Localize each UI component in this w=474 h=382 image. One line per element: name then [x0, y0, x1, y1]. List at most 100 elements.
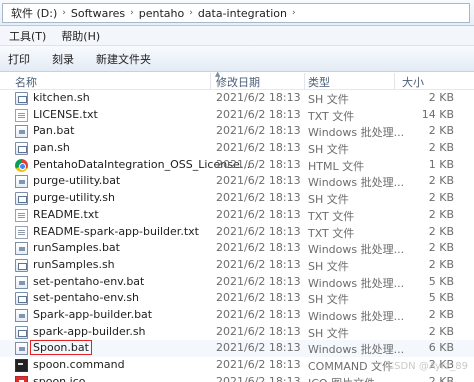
- column-header-size[interactable]: 大小: [402, 74, 424, 90]
- breadcrumb-data-integration[interactable]: data-integration: [198, 4, 287, 22]
- file-row[interactable]: runSamples.sh 2021/6/2 18:13 SH 文件 2 KB: [0, 257, 474, 274]
- file-name: Pan.bat: [33, 124, 75, 138]
- file-size: 5 KB: [428, 291, 454, 305]
- file-type: Windows 批处理...: [308, 243, 405, 257]
- file-type: SH 文件: [308, 193, 349, 207]
- file-modified-date: 2021/6/2 18:13: [216, 91, 301, 104]
- file-row[interactable]: set-pentaho-env.bat 2021/6/2 18:13 Windows…: [0, 274, 474, 291]
- command-file-icon: [15, 359, 28, 372]
- batch-file-icon: [15, 308, 28, 322]
- file-name: Spark-app-builder.bat: [33, 307, 153, 321]
- column-header-row: 名称 ▲ 修改日期 类型 大小: [0, 70, 474, 90]
- file-type: Windows 批处理...: [308, 126, 405, 140]
- menu-tools[interactable]: 工具(T): [0, 28, 52, 44]
- file-size: 2 KB: [428, 224, 454, 238]
- file-row[interactable]: runSamples.bat 2021/6/2 18:13 Windows 批处理.…: [0, 240, 474, 257]
- column-header-date[interactable]: 修改日期: [216, 74, 260, 90]
- column-divider[interactable]: [304, 73, 305, 89]
- file-size: 14 KB: [421, 107, 454, 121]
- file-row[interactable]: kitchen.sh 2021/6/2 18:13 SH 文件 2 KB: [0, 90, 474, 107]
- file-size: 2 KB: [428, 307, 454, 321]
- file-row[interactable]: Spoon.bat 2021/6/2 18:13 Windows 批处理... 6 K…: [0, 340, 474, 357]
- file-type: COMMAND 文件: [308, 360, 394, 373]
- file-name: Spoon.bat: [30, 340, 92, 356]
- file-name: kitchen.sh: [33, 91, 90, 104]
- file-name: spoon.command: [33, 358, 125, 371]
- file-type: SH 文件: [308, 93, 349, 106]
- file-row[interactable]: Pan.bat 2021/6/2 18:13 Windows 批处理... 2 KB: [0, 123, 474, 140]
- html-file-icon: [15, 158, 28, 172]
- breadcrumb-pentaho[interactable]: pentaho: [139, 4, 184, 22]
- file-modified-date: 2021/6/2 18:13: [216, 224, 301, 238]
- file-row[interactable]: spoon.ico 2021/6/2 18:13 ICO 图片文件 2 KB: [0, 374, 474, 382]
- sh-file-icon: [15, 192, 28, 206]
- file-type: TXT 文件: [308, 209, 355, 223]
- batch-file-icon: [15, 125, 28, 139]
- watermark: CSDN @Ayrz_89: [387, 361, 468, 372]
- column-header-name[interactable]: 名称: [15, 74, 37, 90]
- breadcrumb-separator-icon[interactable]: ›: [130, 8, 134, 18]
- file-modified-date: 2021/6/2 18:13: [216, 341, 301, 355]
- column-divider[interactable]: [394, 73, 395, 89]
- file-type: ICO 图片文件: [308, 375, 375, 382]
- file-type: SH 文件: [308, 293, 349, 307]
- file-modified-date: 2021/6/2 18:13: [216, 107, 301, 121]
- breadcrumb-drive[interactable]: 软件 (D:): [11, 4, 57, 22]
- address-bar[interactable]: 软件 (D:) › Softwares › pentaho › data-int…: [2, 3, 470, 23]
- file-modified-date: 2021/6/2 18:13: [216, 291, 301, 305]
- file-row[interactable]: LICENSE.txt 2021/6/2 18:13 TXT 文件 14 KB: [0, 107, 474, 124]
- menu-bar: 工具(T) 帮助(H): [0, 26, 474, 46]
- sh-file-icon: [15, 142, 28, 156]
- file-name: pan.sh: [33, 141, 70, 155]
- batch-file-icon: [15, 275, 28, 289]
- breadcrumb-separator-icon[interactable]: ›: [189, 8, 193, 18]
- breadcrumb-separator-icon[interactable]: ›: [292, 8, 296, 18]
- column-divider[interactable]: [210, 73, 211, 89]
- file-name: set-pentaho-env.bat: [33, 274, 145, 288]
- file-type: HTML 文件: [308, 159, 365, 173]
- file-name: LICENSE.txt: [33, 107, 98, 121]
- sh-file-icon: [15, 258, 28, 272]
- batch-file-icon: [15, 242, 28, 256]
- sh-file-icon: [15, 325, 28, 339]
- file-row[interactable]: PentahoDataIntegration_OSS_License... 202…: [0, 157, 474, 174]
- new-folder-button[interactable]: 新建文件夹: [84, 51, 161, 67]
- file-modified-date: 2021/6/2 18:13: [216, 374, 301, 382]
- file-size: 1 KB: [428, 157, 454, 171]
- file-modified-date: 2021/6/2 18:13: [216, 174, 301, 188]
- file-row[interactable]: spark-app-builder.sh 2021/6/2 18:13 SH 文件 2…: [0, 324, 474, 341]
- breadcrumb-separator-icon[interactable]: ›: [62, 8, 66, 18]
- text-file-icon: [15, 108, 28, 122]
- column-header-type[interactable]: 类型: [308, 74, 330, 90]
- file-row[interactable]: pan.sh 2021/6/2 18:13 SH 文件 2 KB: [0, 140, 474, 157]
- file-modified-date: 2021/6/2 18:13: [216, 324, 301, 338]
- file-row[interactable]: purge-utility.sh 2021/6/2 18:13 SH 文件 2 KB: [0, 190, 474, 207]
- file-size: 2 KB: [428, 174, 454, 188]
- text-file-icon: [15, 208, 28, 222]
- file-name: runSamples.sh: [33, 257, 115, 271]
- address-bar-area: 软件 (D:) › Softwares › pentaho › data-int…: [0, 0, 474, 26]
- file-name: README.txt: [33, 207, 99, 221]
- batch-file-icon: [15, 342, 28, 356]
- file-size: 5 KB: [428, 274, 454, 288]
- file-name: spark-app-builder.sh: [33, 324, 146, 338]
- file-row[interactable]: README-spark-app-builder.txt 2021/6/2 18:…: [0, 224, 474, 241]
- file-size: 2 KB: [428, 207, 454, 221]
- file-row[interactable]: README.txt 2021/6/2 18:13 TXT 文件 2 KB: [0, 207, 474, 224]
- file-name: purge-utility.bat: [33, 174, 121, 188]
- file-row[interactable]: purge-utility.bat 2021/6/2 18:13 Windows 批…: [0, 173, 474, 190]
- menu-help[interactable]: 帮助(H): [52, 28, 106, 44]
- burn-button[interactable]: 刻录: [40, 51, 84, 67]
- file-row[interactable]: set-pentaho-env.sh 2021/6/2 18:13 SH 文件 5 K…: [0, 290, 474, 307]
- file-type: Windows 批处理...: [308, 176, 405, 190]
- file-modified-date: 2021/6/2 18:13: [216, 191, 301, 205]
- text-file-icon: [15, 225, 28, 239]
- file-size: 2 KB: [428, 257, 454, 271]
- breadcrumb-softwares[interactable]: Softwares: [71, 4, 125, 22]
- batch-file-icon: [15, 175, 28, 189]
- file-row[interactable]: Spark-app-builder.bat 2021/6/2 18:13 Windo…: [0, 307, 474, 324]
- print-button[interactable]: 打印: [0, 51, 40, 67]
- ico-file-icon: [15, 375, 28, 382]
- file-type: Windows 批处理...: [308, 276, 405, 290]
- file-type: SH 文件: [308, 143, 349, 157]
